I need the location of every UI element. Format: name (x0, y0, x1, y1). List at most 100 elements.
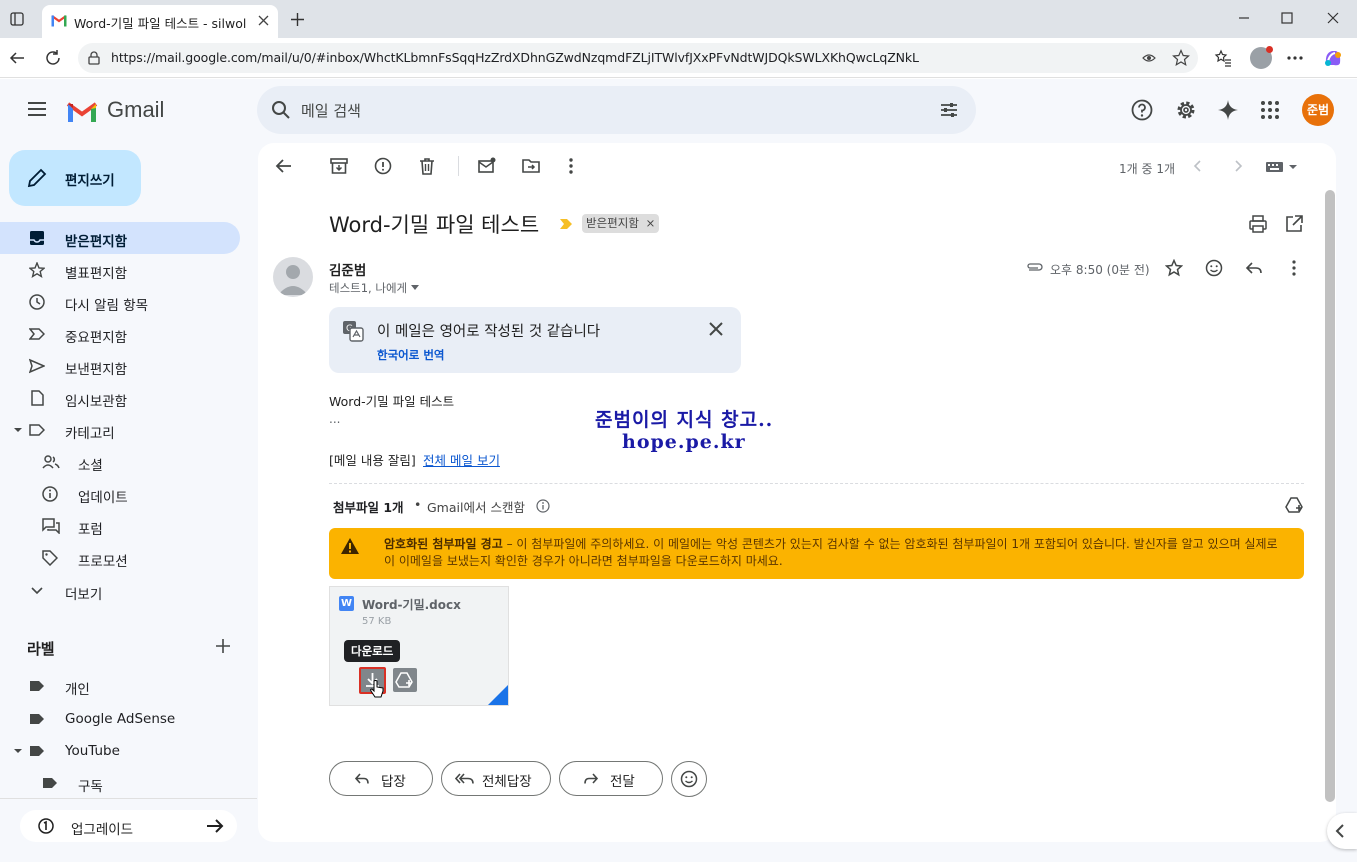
sender-name[interactable]: 김준범 (329, 259, 366, 279)
report-spam-icon[interactable] (373, 156, 393, 176)
sender-avatar[interactable] (273, 257, 313, 297)
sidebar-item-social[interactable]: 소셜 (0, 446, 240, 478)
attachment-corner-fold (468, 685, 508, 705)
toolbar-divider (458, 156, 459, 176)
chevron-left-icon (1335, 824, 1344, 838)
compose-button[interactable]: 편지쓰기 (9, 150, 141, 206)
open-new-window-icon[interactable] (1284, 214, 1304, 234)
save-to-drive-button[interactable] (393, 668, 417, 692)
label-icon (29, 711, 45, 727)
sidebar-label-adsense[interactable]: Google AdSense (0, 703, 240, 735)
sidebar-item-inbox[interactable]: 받은편지함 (0, 222, 240, 254)
maximize-icon[interactable] (1281, 12, 1293, 24)
tab-actions-icon[interactable] (10, 12, 24, 26)
apps-grid-icon[interactable] (1261, 101, 1279, 119)
remove-label-icon[interactable]: × (646, 216, 656, 230)
older-chevron-icon[interactable] (1232, 159, 1244, 173)
sidebar-item-more[interactable]: 더보기 (0, 575, 240, 607)
forward-button[interactable]: 전달 (559, 761, 663, 796)
mark-unread-icon[interactable] (477, 156, 497, 176)
message-more-icon[interactable] (1285, 259, 1303, 277)
bookmark-star-icon[interactable] (1172, 49, 1190, 67)
search-icon[interactable] (271, 100, 291, 120)
sidebar-item-label: YouTube (65, 743, 120, 759)
add-label-icon[interactable] (215, 638, 231, 654)
back-icon[interactable] (8, 49, 26, 67)
move-to-icon[interactable] (521, 156, 541, 176)
translate-link[interactable]: 한국어로 번역 (377, 347, 444, 363)
reload-icon[interactable] (44, 49, 62, 67)
window-close-icon[interactable] (1327, 12, 1339, 24)
importance-marker-icon[interactable] (559, 218, 573, 230)
sidebar-item-updates[interactable]: 업데이트 (0, 478, 240, 510)
emoji-reaction-button[interactable] (671, 761, 707, 797)
inbox-icon (29, 230, 45, 246)
new-tab-icon[interactable] (290, 12, 305, 27)
url-field[interactable]: https://mail.google.com/mail/u/0/#inbox/… (78, 43, 1198, 73)
gemini-sparkle-icon[interactable] (1217, 99, 1239, 121)
minimize-icon[interactable] (1238, 12, 1250, 24)
tag-icon (42, 550, 58, 566)
back-to-inbox-icon[interactable] (274, 156, 294, 176)
caret-down-icon[interactable] (13, 422, 23, 438)
recipients-dropdown-icon[interactable] (411, 285, 419, 291)
emoji-icon (680, 770, 698, 788)
gmail-logo-text[interactable]: Gmail (107, 97, 164, 123)
gmail-logo-icon[interactable] (66, 100, 98, 124)
sidebar-item-sent[interactable]: 보낸편지함 (0, 350, 240, 382)
reply-button[interactable]: 답장 (329, 761, 433, 796)
tracking-icon[interactable] (1142, 51, 1156, 65)
watermark-line2: hope.pe.kr (622, 431, 746, 453)
tab-close-icon[interactable] (258, 15, 269, 26)
more-actions-icon[interactable] (561, 156, 581, 176)
newer-chevron-icon[interactable] (1192, 159, 1204, 173)
site-info-icon[interactable] (87, 51, 101, 65)
sidebar-label-subscriptions[interactable]: 구독 (0, 767, 240, 799)
reply-all-button[interactable]: 전체답장 (441, 761, 551, 796)
star-icon[interactable] (1165, 259, 1183, 277)
reply-icon[interactable] (1245, 259, 1263, 277)
sidebar-item-starred[interactable]: 별표편지함 (0, 254, 240, 286)
reply-icon (354, 771, 370, 787)
delete-icon[interactable] (417, 156, 437, 176)
add-to-drive-icon (395, 672, 413, 688)
reply-all-icon (455, 771, 475, 787)
sidebar-item-promotions[interactable]: 프로모션 (0, 542, 240, 574)
sidebar-label-personal[interactable]: 개인 (0, 670, 240, 702)
close-icon[interactable] (709, 322, 723, 336)
sidebar-label-youtube[interactable]: YouTube (0, 735, 240, 767)
copilot-icon[interactable] (1322, 47, 1344, 69)
view-entire-message-link[interactable]: 전체 메일 보기 (423, 450, 500, 469)
help-icon[interactable] (1131, 99, 1153, 121)
add-reaction-icon[interactable] (1205, 259, 1223, 277)
main-menu-icon[interactable] (27, 101, 47, 117)
upgrade-button[interactable]: 업그레이드 (20, 810, 237, 842)
archive-icon[interactable] (329, 156, 349, 176)
search-input[interactable]: 메일 검색 (301, 100, 361, 121)
search-bar[interactable]: 메일 검색 (257, 86, 976, 134)
sidebar-item-forums[interactable]: 포럼 (0, 510, 240, 542)
chevron-down-icon (29, 583, 45, 599)
settings-gear-icon[interactable] (1175, 99, 1197, 121)
input-tools-icon[interactable] (1265, 160, 1299, 174)
favorites-icon[interactable] (1214, 49, 1232, 67)
search-options-icon[interactable] (939, 100, 959, 120)
more-menu-icon[interactable] (1287, 56, 1303, 60)
message-scrollbar[interactable] (1325, 190, 1335, 802)
browser-tab[interactable]: Word-기밀 파일 테스트 - silwolf4 (42, 5, 278, 38)
info-icon[interactable] (536, 499, 550, 513)
attachment-card[interactable]: W Word-기밀.docx 57 KB 다운로드 (329, 586, 509, 706)
attachment-size: 57 KB (362, 616, 392, 627)
print-icon[interactable] (1248, 214, 1268, 234)
add-to-drive-icon[interactable] (1285, 496, 1305, 514)
sidebar-item-drafts[interactable]: 임시보관함 (0, 382, 240, 414)
side-panel-toggle[interactable] (1327, 813, 1357, 849)
message-subject: Word-기밀 파일 테스트 (329, 213, 540, 237)
caret-down-icon[interactable] (13, 743, 23, 759)
sidebar-item-snoozed[interactable]: 다시 알림 항목 (0, 286, 240, 318)
inbox-label-chip[interactable]: 받은편지함 × (582, 214, 660, 233)
sidebar-item-categories[interactable]: 카테고리 (0, 414, 240, 446)
sidebar-item-important[interactable]: 중요편지함 (0, 318, 240, 350)
account-avatar[interactable]: 준범 (1302, 94, 1334, 126)
label-icon (42, 775, 58, 791)
